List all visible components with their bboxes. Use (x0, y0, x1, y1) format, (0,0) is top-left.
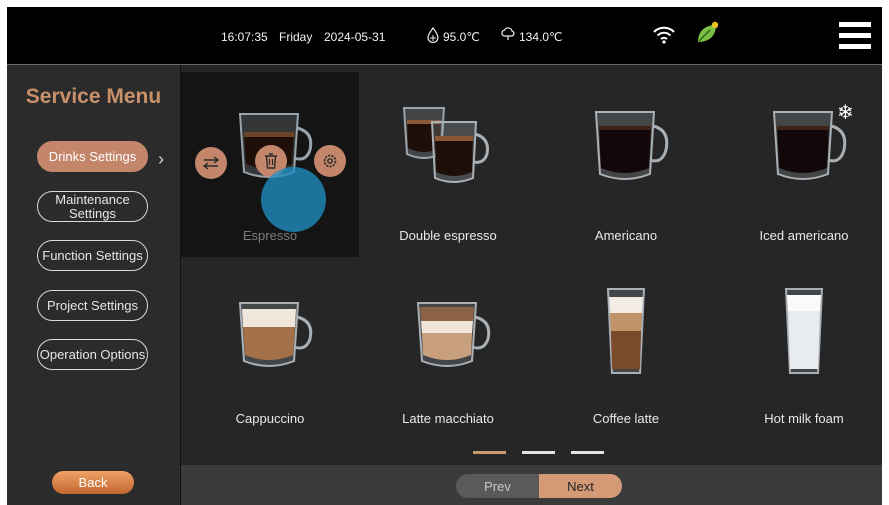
sidebar-item-function-settings[interactable]: Function Settings (37, 240, 148, 271)
delete-icon (265, 153, 277, 169)
page-indicator-3 (571, 451, 604, 454)
swap-button[interactable] (195, 147, 227, 179)
steam-temperature: 134.0℃ (519, 30, 563, 44)
page-indicator-1 (473, 451, 506, 454)
date: 2024-05-31 (324, 30, 386, 44)
drink-name: Coffee latte (592, 411, 660, 426)
drink-name: Americano (594, 228, 658, 243)
drink-name: Espresso (242, 228, 298, 243)
settings-button[interactable] (314, 145, 346, 177)
drink-name: Latte macchiato (402, 411, 494, 426)
status-bar: 16:07:35 Friday 2024-05-31 95.0℃ 134.0℃ (7, 7, 882, 65)
drink-name: Hot milk foam (764, 411, 844, 426)
drink-name: Iced americano (759, 228, 849, 243)
drink-tile-hot-milk-foam[interactable]: Hot milk foam (715, 257, 882, 442)
water-drop-icon (427, 27, 439, 43)
page-indicator-2 (522, 451, 555, 454)
hamburger-menu-icon[interactable] (839, 22, 871, 50)
clock: 16:07:35 (221, 30, 268, 44)
drink-tile-iced-americano[interactable]: ❄ Iced americano (715, 72, 882, 257)
sidebar: Service Menu Drinks Settings › Maintenan… (7, 65, 181, 505)
drink-tile-cappuccino[interactable]: Cappuccino (181, 257, 359, 442)
drink-tile-double-espresso[interactable]: Double espresso (359, 72, 537, 257)
hot-milk-foam-glass-icon (784, 288, 824, 374)
app-frame: 16:07:35 Friday 2024-05-31 95.0℃ 134.0℃ (7, 7, 882, 505)
eco-leaf-icon[interactable] (695, 20, 721, 46)
settings-icon (323, 154, 337, 168)
sidebar-title: Service Menu (25, 85, 162, 108)
latte-macchiato-cup-icon (416, 302, 491, 367)
chevron-right-icon: › (158, 149, 164, 169)
sidebar-item-operation-options[interactable]: Operation Options (37, 339, 148, 370)
snowflake-icon: ❄ (837, 102, 854, 124)
swap-icon (202, 156, 220, 170)
drink-name: Double espresso (399, 228, 497, 243)
prev-button[interactable]: Prev (456, 474, 539, 498)
americano-cup-icon (594, 111, 669, 180)
water-temperature: 95.0℃ (443, 30, 480, 44)
touch-indicator (261, 167, 326, 232)
cappuccino-cup-icon (238, 302, 313, 367)
wifi-icon (653, 26, 675, 44)
next-button[interactable]: Next (539, 474, 622, 498)
coffee-latte-glass-icon (606, 288, 646, 374)
sidebar-item-project-settings[interactable]: Project Settings (37, 290, 148, 321)
sidebar-item-maintenance-settings[interactable]: Maintenance Settings (37, 191, 148, 222)
drink-tile-coffee-latte[interactable]: Coffee latte (537, 257, 715, 442)
drink-name: Cappuccino (235, 411, 305, 426)
drinks-grid: Espresso Double espresso Americano ❄ Ice… (181, 65, 882, 465)
drink-tile-americano[interactable]: Americano (537, 72, 715, 257)
sidebar-item-drinks-settings[interactable]: Drinks Settings (37, 141, 148, 172)
double-espresso-cups-icon (402, 107, 489, 183)
back-button[interactable]: Back (52, 471, 134, 494)
steam-cloud-icon (501, 27, 515, 40)
pager: Prev Next (456, 474, 622, 498)
weekday: Friday (279, 30, 313, 44)
drink-tile-latte-macchiato[interactable]: Latte macchiato (359, 257, 537, 442)
